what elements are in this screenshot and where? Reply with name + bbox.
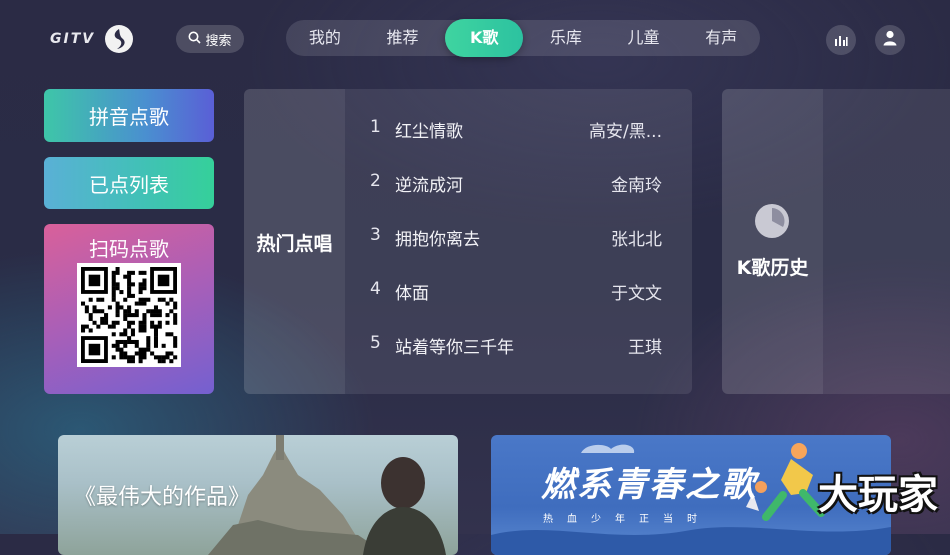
tab-recommend[interactable]: 推荐: [364, 20, 442, 56]
hot-songs-title: 热门点唱: [256, 233, 333, 255]
search-label: 搜索: [205, 33, 232, 49]
song-row[interactable]: 3 拥抱你离去 张北北: [345, 208, 692, 262]
banner-youth-song-title: 燃系青春之歌: [541, 465, 757, 505]
banner-greatest-work[interactable]: 《最伟大的作品》: [58, 435, 458, 555]
karaoke-history-header: K歌历史: [722, 89, 823, 394]
hot-songs-header[interactable]: 热门点唱: [244, 89, 345, 394]
song-rank: 5: [370, 333, 381, 353]
tab-audio[interactable]: 有声: [682, 20, 760, 56]
scan-order-button[interactable]: 扫码点歌: [44, 224, 214, 394]
song-rank: 4: [370, 279, 381, 299]
banner-youth-song-subtitle: 热血少年正当时: [543, 514, 711, 525]
song-name: 站着等你三千年: [395, 338, 514, 358]
banner-greatest-work-title: 《最伟大的作品》: [74, 485, 251, 510]
logo-mark-icon: [105, 25, 134, 53]
song-name: 逆流成河: [395, 176, 463, 196]
user-icon: [883, 30, 897, 50]
tab-mine[interactable]: 我的: [286, 20, 364, 56]
karaoke-history-panel[interactable]: K歌历史: [722, 89, 950, 394]
equalizer-icon: [834, 31, 848, 50]
song-rank: 3: [370, 225, 381, 245]
song-name: 拥抱你离去: [395, 230, 480, 250]
song-name: 体面: [395, 284, 429, 304]
pinyin-search-button[interactable]: 拼音点歌: [44, 89, 214, 142]
song-row[interactable]: 4 体面 于文文: [345, 262, 692, 316]
main-nav-tabs: 我的 推荐 K歌 乐库 儿童 有声: [286, 19, 760, 57]
tab-karaoke[interactable]: K歌: [445, 19, 524, 57]
song-name: 红尘情歌: [395, 122, 463, 142]
qr-code: [77, 263, 181, 367]
song-artist: 于文文: [611, 284, 662, 304]
song-row[interactable]: 5 站着等你三千年 王琪: [345, 316, 692, 370]
song-artist: 张北北: [611, 230, 662, 250]
search-button[interactable]: 搜索: [176, 25, 244, 53]
equalizer-button[interactable]: [826, 25, 856, 55]
clock-icon: [754, 203, 790, 239]
song-artist: 高安/黑...: [589, 122, 662, 142]
song-rank: 2: [370, 171, 381, 191]
karaoke-history-title: K歌历史: [736, 257, 809, 279]
search-icon: [188, 31, 202, 48]
song-artist: 王琪: [628, 338, 662, 358]
app-logo: GITV: [50, 25, 134, 53]
ordered-list-button[interactable]: 已点列表: [44, 157, 214, 209]
scan-order-label: 扫码点歌: [89, 237, 169, 261]
song-row[interactable]: 2 逆流成河 金南玲: [345, 154, 692, 208]
song-row[interactable]: 1 红尘情歌 高安/黑...: [345, 100, 692, 154]
tab-library[interactable]: 乐库: [527, 20, 605, 56]
watermark-logo: 大玩家: [818, 472, 938, 518]
song-rank: 1: [370, 117, 381, 137]
song-artist: 金南玲: [611, 176, 662, 196]
tab-kids[interactable]: 儿童: [605, 20, 683, 56]
user-button[interactable]: [875, 25, 905, 55]
hot-songs-panel: 热门点唱 1 红尘情歌 高安/黑... 2 逆流成河 金南玲 3 拥抱你离去 张…: [244, 89, 692, 394]
logo-text: GITV: [50, 31, 96, 47]
